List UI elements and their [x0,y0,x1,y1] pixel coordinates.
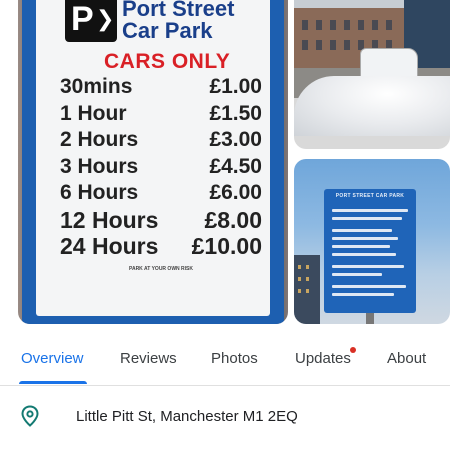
active-tab-indicator [19,381,87,384]
rate-price: £8.00 [204,206,262,233]
sign-title: Port Street Car Park [122,0,234,42]
address-row[interactable]: Little Pitt St, Manchester M1 2EQ [0,387,450,445]
parking-tariff-sign: P ❯ Port Street Car Park CARS ONLY 30mins… [22,0,284,324]
rate-price: £6.00 [209,181,262,204]
rate-duration: 30mins [60,75,133,98]
rate-row: 2 Hours £3.00 [60,127,262,154]
rate-price: £4.50 [209,154,262,178]
tab-updates[interactable]: Updates [295,350,351,367]
tab-reviews[interactable]: Reviews [120,350,177,367]
tower-building [294,255,320,324]
rate-duration: 3 Hours [60,154,139,178]
sign-text-line [332,229,392,232]
tab-photos[interactable]: Photos [211,350,258,367]
mini-sign-title: PORT STREET CAR PARK [335,193,405,199]
rate-duration: 6 Hours [60,181,139,204]
sign-text-line [332,237,398,240]
main-photo[interactable]: P ❯ Port Street Car Park CARS ONLY 30mins… [18,0,288,324]
rate-price: £1.00 [209,75,262,98]
sign-pole [366,313,374,324]
photo-gallery: P ❯ Port Street Car Park CARS ONLY 30mins… [0,0,450,324]
place-details-page: P ❯ Port Street Car Park CARS ONLY 30mins… [0,0,450,450]
rate-row: 1 Hour £1.50 [60,101,262,128]
rate-row: 6 Hours £6.00 [60,180,262,207]
sign-fine-print: PARK AT YOUR OWN RISK [76,266,246,272]
address-text: Little Pitt St, Manchester M1 2EQ [76,408,298,425]
sign-text-line [332,293,394,296]
rate-price: £1.50 [209,101,262,125]
rate-row: 3 Hours £4.50 [60,154,262,181]
rate-row: 24 Hours £10.00 [60,233,262,260]
sign-subtitle: CARS ONLY [104,50,231,73]
rate-row: 30mins £1.00 [60,74,262,101]
rate-list: 30mins £1.00 1 Hour £1.50 2 Hours £3.00 3 H… [60,74,262,260]
fine-print-heading: PARK AT YOUR OWN RISK [129,266,193,272]
tab-overview[interactable]: Overview [21,350,84,367]
rate-price: £3.00 [209,128,262,151]
rate-duration: 12 Hours [60,206,159,233]
sign-text-line [332,245,390,248]
sign-header: P ❯ Port Street Car Park [36,0,270,48]
notification-dot [350,347,356,353]
place-tabs: Overview Reviews Photos Updates About [0,334,450,386]
rate-duration: 1 Hour [60,101,127,125]
sign-text-line [332,217,402,220]
sign-text-line [332,253,396,256]
sign-text-line [332,285,406,288]
sign-title-line1: Port Street [122,0,235,21]
rate-duration: 24 Hours [60,233,159,259]
location-pin-icon [21,405,39,427]
street-photo[interactable] [294,0,450,149]
sign-panel: P ❯ Port Street Car Park CARS ONLY 30mins… [36,0,270,316]
parking-logo-icon: P ❯ [65,0,117,42]
tab-about[interactable]: About [387,350,426,367]
rate-row: 12 Hours £8.00 [60,207,262,234]
sign-text-line [332,265,404,268]
rate-price: £10.00 [191,233,262,259]
sign-text-line [332,209,408,212]
sign-photo[interactable]: PORT STREET CAR PARK [294,159,450,324]
sign-text-line [332,273,382,276]
mini-parking-sign: PORT STREET CAR PARK [324,189,416,313]
rate-duration: 2 Hours [60,128,139,151]
sign-title-line2: Car Park [122,18,213,43]
white-car [294,76,450,136]
